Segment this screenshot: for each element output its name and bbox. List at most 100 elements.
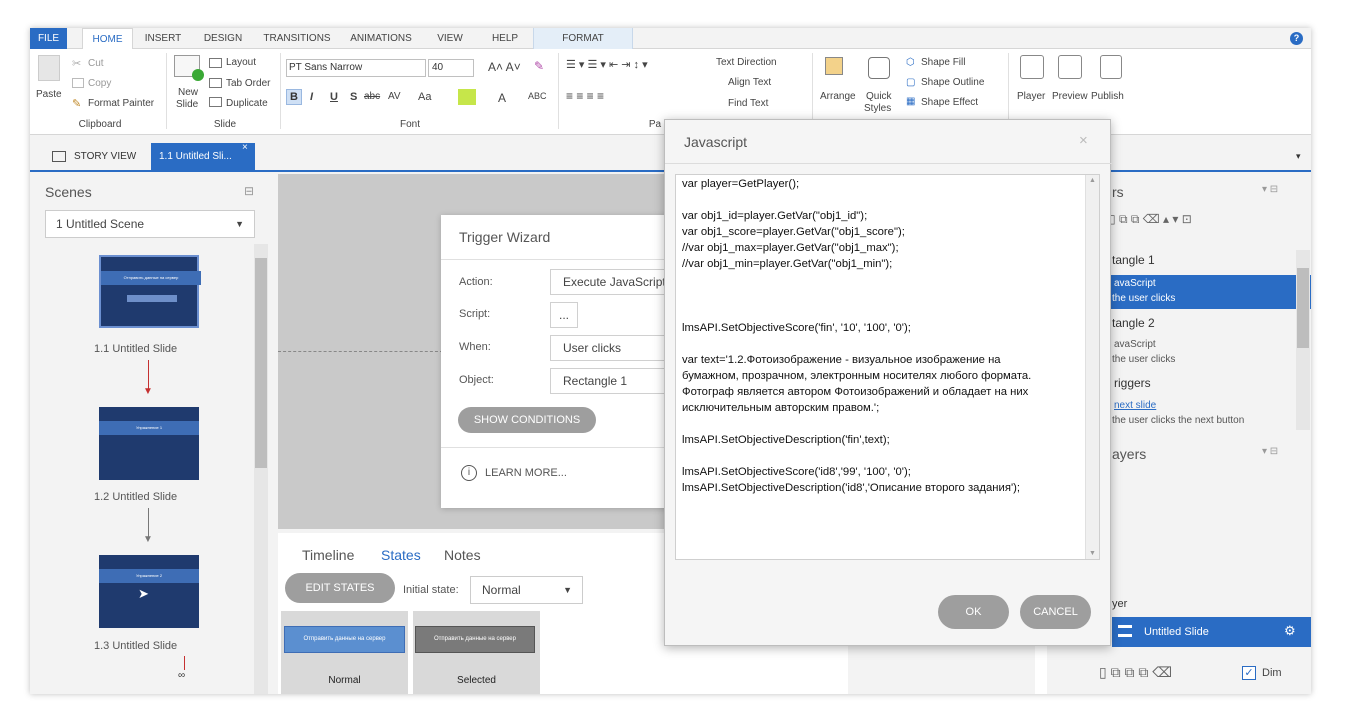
help-icon[interactable]: ? xyxy=(1290,32,1303,45)
quick-styles-icon[interactable] xyxy=(868,57,890,79)
clear-format-icon[interactable]: ✎ xyxy=(534,59,544,73)
font-name-select[interactable]: PT Sans Narrow xyxy=(286,59,426,77)
dim-checkbox[interactable]: ✓ xyxy=(1242,666,1256,680)
publish-icon[interactable] xyxy=(1100,55,1122,79)
find-text-button[interactable]: Find Text xyxy=(728,98,768,109)
trigger-item-selected[interactable]: avaScript the user clicks xyxy=(1102,275,1311,309)
quick-styles-label-1[interactable]: Quick xyxy=(866,91,892,102)
new-slide-label-1[interactable]: New xyxy=(178,87,198,98)
new-slide-label-2[interactable]: Slide xyxy=(176,99,198,110)
layer-toolbar[interactable]: ▯ ⧉ ⧉ ⧉ ⌫ xyxy=(1099,664,1172,681)
preview-button[interactable]: Preview xyxy=(1052,91,1088,102)
publish-button[interactable]: Publish xyxy=(1091,91,1124,102)
scroll-down-icon[interactable]: ▼ xyxy=(1089,550,1096,557)
tab-states[interactable]: States xyxy=(381,547,421,563)
code-scrollbar[interactable]: ▲ ▼ xyxy=(1085,175,1099,559)
scenes-scrollbar[interactable] xyxy=(254,244,268,694)
collapse-icon[interactable]: ▾ ⊟ xyxy=(1262,184,1278,195)
scene-dropdown[interactable]: 1 Untitled Scene ▼ xyxy=(45,210,255,238)
bullets-icon[interactable]: ☰ ▾ ☰ ▾ ⇤ ⇥ ↕ ▾ xyxy=(566,58,648,71)
scrollbar-thumb[interactable] xyxy=(1297,268,1309,348)
bold-button[interactable]: B xyxy=(286,89,302,105)
script-button[interactable]: ... xyxy=(550,302,578,328)
slide-thumbnail-3[interactable]: Упражнение 2 xyxy=(99,555,199,628)
base-layer[interactable]: Untitled Slide ⚙ xyxy=(1112,617,1311,647)
tab-help[interactable]: HELP xyxy=(485,28,525,49)
collapse-icon[interactable]: ▾ ⊟ xyxy=(1262,446,1278,457)
trigger-link[interactable]: next slide xyxy=(1114,400,1156,411)
trigger-item[interactable]: tangle 2 xyxy=(1112,316,1155,330)
gear-icon[interactable]: ⚙ xyxy=(1284,623,1296,639)
layout-button[interactable]: Layout xyxy=(226,57,256,68)
state-selected[interactable]: Отправить данные на сервер Selected xyxy=(413,611,540,694)
state-selected-preview: Отправить данные на сервер xyxy=(415,626,535,653)
strikethrough-button[interactable]: abc xyxy=(364,91,380,102)
learn-more-link[interactable]: LEARN MORE... xyxy=(485,467,567,479)
align-icons[interactable]: ≡ ≡ ≡ ≡ xyxy=(566,89,604,103)
arrange-button[interactable]: Arrange xyxy=(820,91,856,102)
initial-state-select[interactable]: Normal ▼ xyxy=(470,576,583,604)
font-color-button[interactable]: A xyxy=(498,91,506,105)
trigger-action: avaScript xyxy=(1114,278,1156,289)
tab-format[interactable]: FORMAT xyxy=(533,28,633,49)
align-text-button[interactable]: Align Text xyxy=(728,77,771,88)
trigger-group[interactable]: riggers xyxy=(1114,376,1151,390)
tab-order-button[interactable]: Tab Order xyxy=(226,78,270,89)
tab-current-slide[interactable]: 1.1 Untitled Sli... xyxy=(151,143,255,170)
tab-view[interactable]: VIEW xyxy=(430,28,470,49)
cut-button[interactable]: Cut xyxy=(88,58,104,69)
tab-home[interactable]: HOME xyxy=(82,28,133,50)
paste-icon[interactable] xyxy=(38,55,60,81)
duplicate-button[interactable]: Duplicate xyxy=(226,98,268,109)
cancel-button[interactable]: CANCEL xyxy=(1020,595,1091,629)
ok-button[interactable]: OK xyxy=(938,595,1009,629)
format-painter-button[interactable]: Format Painter xyxy=(88,98,154,109)
collapse-icon[interactable]: ⊟ xyxy=(244,184,254,198)
shape-outline-button[interactable]: Shape Outline xyxy=(921,77,984,88)
show-conditions-button[interactable]: SHOW CONDITIONS xyxy=(458,407,596,433)
slide-thumbnail-2[interactable]: Упражнение 1 xyxy=(99,407,199,480)
copy-button[interactable]: Copy xyxy=(88,78,111,89)
player-icon[interactable] xyxy=(1020,55,1044,79)
triggers-scrollbar[interactable] xyxy=(1296,250,1310,430)
underline-button[interactable]: U xyxy=(330,91,338,103)
trigger-action[interactable]: avaScript xyxy=(1114,339,1156,350)
trigger-toolbar[interactable]: ▯ ⧉ ⧉ ⌫ ▴ ▾ ⊡ xyxy=(1109,212,1192,227)
change-case-button[interactable]: Aa xyxy=(418,91,431,103)
layer-icon xyxy=(1118,625,1132,637)
tab-animations[interactable]: ANIMATIONS xyxy=(346,28,416,49)
slide-thumbnail-1[interactable]: Отправить данные на сервер xyxy=(99,255,201,328)
state-normal[interactable]: Отправить данные на сервер Normal xyxy=(281,611,408,694)
close-tab-icon[interactable]: × xyxy=(242,142,248,153)
tab-notes[interactable]: Notes xyxy=(444,547,481,563)
char-spacing-button[interactable]: AV xyxy=(388,91,401,102)
paste-label[interactable]: Paste xyxy=(36,89,62,100)
text-direction-button[interactable]: Text Direction xyxy=(716,57,777,68)
edit-states-button[interactable]: EDIT STATES xyxy=(285,573,395,603)
spell-check-icon[interactable]: ABC xyxy=(528,91,547,101)
tab-file[interactable]: FILE xyxy=(30,28,67,49)
shadow-button[interactable]: S xyxy=(350,91,357,103)
player-button[interactable]: Player xyxy=(1017,91,1045,102)
shape-effect-button[interactable]: Shape Effect xyxy=(921,97,978,108)
close-icon[interactable]: × xyxy=(1079,132,1088,149)
tab-transitions[interactable]: TRANSITIONS xyxy=(262,28,332,49)
scroll-up-icon[interactable]: ▲ xyxy=(1089,177,1096,184)
javascript-code-editor[interactable]: var player=GetPlayer(); var obj1_id=playe… xyxy=(675,174,1100,560)
story-view-tab[interactable]: STORY VIEW xyxy=(52,149,152,167)
grow-font-icon[interactable]: A˄ A˅ xyxy=(488,60,521,74)
tab-design[interactable]: DESIGN xyxy=(198,28,248,49)
tab-timeline[interactable]: Timeline xyxy=(302,547,354,563)
shape-fill-button[interactable]: Shape Fill xyxy=(921,57,965,68)
scrollbar-thumb[interactable] xyxy=(255,258,267,468)
highlight-icon[interactable] xyxy=(458,89,476,105)
tab-insert[interactable]: INSERT xyxy=(140,28,186,49)
preview-icon[interactable] xyxy=(1058,55,1082,79)
italic-button[interactable]: I xyxy=(310,91,313,103)
trigger-item[interactable]: tangle 1 xyxy=(1112,253,1155,267)
arrange-icon[interactable] xyxy=(825,57,843,75)
ribbon-separator xyxy=(166,53,167,129)
chevron-down-icon[interactable]: ▾ xyxy=(1296,151,1301,162)
quick-styles-label-2[interactable]: Styles xyxy=(864,103,891,114)
font-size-select[interactable]: 40 xyxy=(428,59,474,77)
